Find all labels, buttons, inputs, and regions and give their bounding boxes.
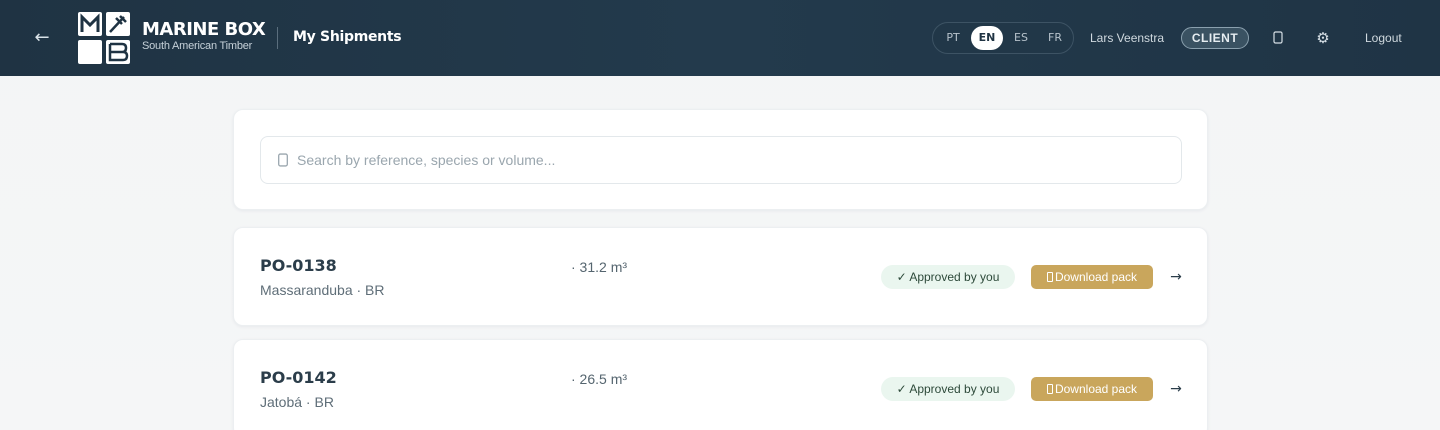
download-pack-label: Download pack bbox=[1054, 270, 1138, 284]
download-icon bbox=[1046, 384, 1053, 394]
download-icon bbox=[1046, 272, 1053, 282]
header-divider bbox=[277, 27, 278, 49]
shipment-volume: · 31.2 m³ bbox=[571, 259, 628, 275]
arrow-left-icon: ← bbox=[34, 27, 50, 48]
back-button[interactable]: ← bbox=[30, 26, 54, 50]
logout-button[interactable]: Logout bbox=[1365, 31, 1402, 45]
status-badge: ✓ Approved by you bbox=[881, 377, 1015, 401]
bell-icon bbox=[1273, 31, 1283, 44]
shipment-volume: · 26.5 m³ bbox=[571, 371, 628, 387]
top-header: ← MARINE BOX South American Timber My Sh… bbox=[0, 0, 1440, 76]
lang-fr-button[interactable]: FR bbox=[1039, 26, 1071, 50]
brand-subtitle: South American Timber bbox=[142, 40, 253, 52]
download-pack-button[interactable]: Download pack bbox=[1031, 265, 1153, 289]
notification-button[interactable] bbox=[1266, 26, 1290, 50]
download-pack-label: Download pack bbox=[1054, 382, 1138, 396]
arrow-right-icon[interactable]: → bbox=[1166, 377, 1186, 401]
arrow-right-icon[interactable]: → bbox=[1166, 265, 1186, 289]
language-switcher: PT EN ES FR bbox=[932, 22, 1074, 54]
search-card bbox=[233, 109, 1208, 210]
download-pack-button[interactable]: Download pack bbox=[1031, 377, 1153, 401]
search-input[interactable] bbox=[297, 152, 1157, 168]
search-box[interactable] bbox=[260, 136, 1182, 184]
role-badge: CLIENT bbox=[1181, 27, 1249, 49]
gear-icon: ⚙ bbox=[1316, 29, 1330, 47]
lang-es-button[interactable]: ES bbox=[1005, 26, 1037, 50]
brand-name: MARINE BOX bbox=[142, 19, 266, 40]
page-title: My Shipments bbox=[293, 29, 402, 45]
status-badge: ✓ Approved by you bbox=[881, 265, 1015, 289]
shipment-reference: PO-0142 bbox=[260, 368, 337, 387]
shipment-row[interactable]: PO-0142 · 26.5 m³ Jatobá · BR ✓ Approved… bbox=[233, 339, 1208, 430]
marine-box-logo bbox=[78, 12, 130, 64]
brand: MARINE BOX South American Timber bbox=[142, 19, 266, 53]
settings-button[interactable]: ⚙ bbox=[1311, 26, 1335, 50]
lang-pt-button[interactable]: PT bbox=[937, 26, 969, 50]
lang-en-button[interactable]: EN bbox=[971, 26, 1003, 50]
shipment-species: Massaranduba · BR bbox=[260, 282, 385, 298]
shipment-reference: PO-0138 bbox=[260, 256, 337, 275]
search-icon bbox=[278, 153, 288, 167]
user-name: Lars Veenstra bbox=[1090, 31, 1165, 45]
shipment-species: Jatobá · BR bbox=[260, 394, 334, 410]
shipment-row[interactable]: PO-0138 · 31.2 m³ Massaranduba · BR ✓ Ap… bbox=[233, 227, 1208, 326]
